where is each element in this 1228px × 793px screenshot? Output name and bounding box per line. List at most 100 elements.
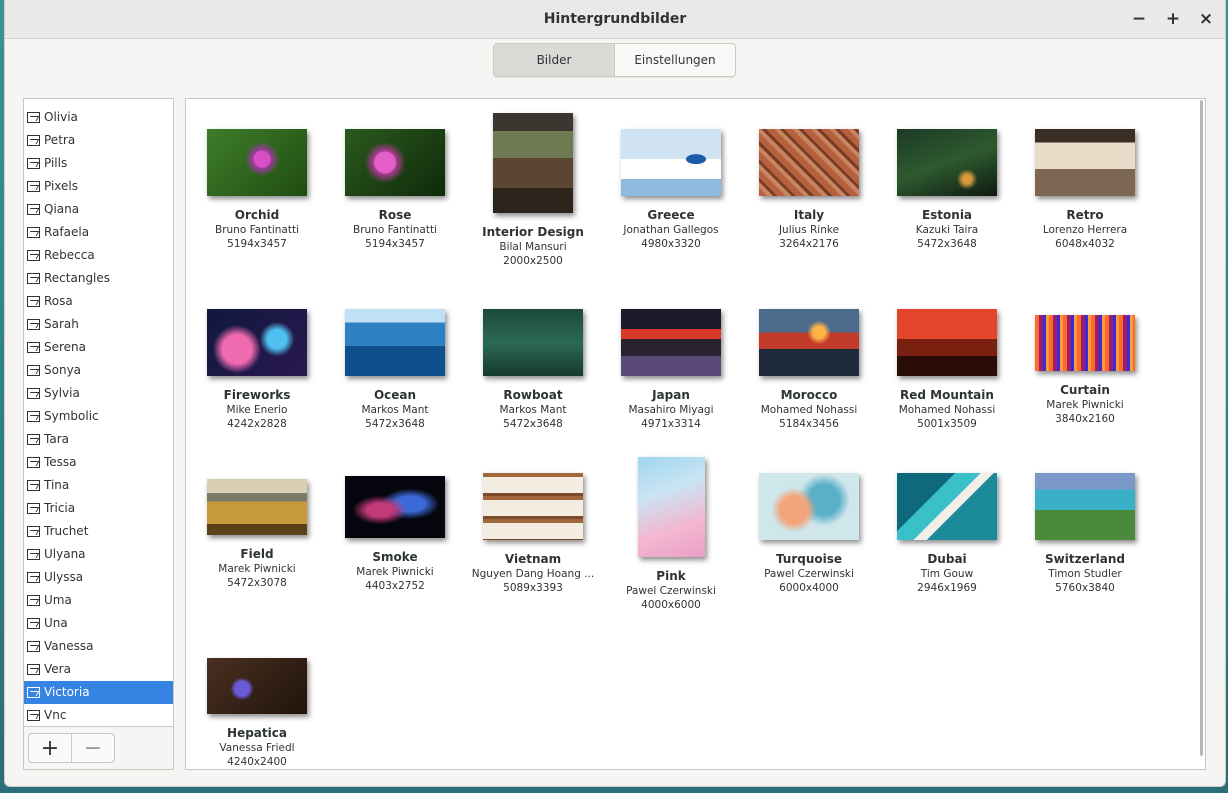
- list-item-label: Tina: [44, 478, 70, 492]
- list-item[interactable]: Tara: [24, 428, 173, 451]
- wallpaper-item[interactable]: Vietnam Nguyen Dang Hoang ... 5089x3393: [464, 473, 602, 595]
- wallpaper-author: Marek Piwnicki: [218, 562, 296, 575]
- list-item[interactable]: Rectangles: [24, 267, 173, 290]
- list-item[interactable]: Vanessa: [24, 635, 173, 658]
- list-item[interactable]: Rebecca: [24, 244, 173, 267]
- image-icon: [27, 250, 40, 261]
- wallpaper-name: Red Mountain: [900, 388, 994, 402]
- wallpaper-thumbnail: [207, 478, 307, 535]
- wallpaper-author: Mike Enerio: [226, 404, 288, 416]
- image-icon: [27, 204, 40, 215]
- close-button[interactable]: ×: [1196, 9, 1216, 29]
- wallpaper-name: Dubai: [927, 552, 967, 566]
- list-item[interactable]: Symbolic: [24, 405, 173, 428]
- wallpaper-item[interactable]: Greece Jonathan Gallegos 4980x3320: [602, 129, 740, 251]
- image-icon: [27, 135, 40, 146]
- list-item[interactable]: Pixels: [24, 175, 173, 198]
- wallpaper-thumbnail: [1035, 314, 1135, 371]
- wallpaper-item[interactable]: Retro Lorenzo Herrera 6048x4032: [1016, 129, 1154, 251]
- image-icon: [27, 296, 40, 307]
- list-item-label: Tessa: [44, 455, 77, 469]
- wallpaper-name: Estonia: [921, 208, 973, 222]
- tab-bilder[interactable]: Bilder: [494, 44, 614, 76]
- list-item[interactable]: Serena: [24, 336, 173, 359]
- wallpaper-name: Italy: [793, 208, 825, 222]
- image-icon: [27, 457, 40, 468]
- list-item[interactable]: Una: [24, 612, 173, 635]
- wallpaper-author: Lorenzo Herrera: [1042, 224, 1128, 236]
- wallpaper-item[interactable]: Morocco Mohamed Nohassi 5184x3456: [740, 309, 878, 431]
- wallpaper-thumbnail: [897, 473, 997, 540]
- wallpaper-resolution: 2946x1969: [917, 582, 977, 594]
- remove-button[interactable]: −: [71, 733, 115, 763]
- list-item[interactable]: Sylvia: [24, 382, 173, 405]
- list-item[interactable]: Uma: [24, 589, 173, 612]
- list-item[interactable]: Ulyana: [24, 543, 173, 566]
- wallpaper-resolution: 6048x4032: [1055, 238, 1115, 250]
- wallpaper-item[interactable]: Estonia Kazuki Taira 5472x3648: [878, 129, 1016, 251]
- wallpaper-item[interactable]: Rose Bruno Fantinatti 5194x3457: [326, 129, 464, 251]
- list-item[interactable]: Sarah: [24, 313, 173, 336]
- wallpaper-item[interactable]: Italy Julius Rinke 3264x2176: [740, 129, 878, 251]
- wallpaper-resolution: 3840x2160: [1055, 412, 1115, 425]
- list-item[interactable]: Vera: [24, 658, 173, 681]
- list-item[interactable]: Olivia: [24, 106, 173, 129]
- list-item-label: Vnc: [44, 708, 67, 722]
- list-item[interactable]: Vnc: [24, 704, 173, 727]
- wallpaper-item[interactable]: Turquoise Pawel Czerwinski 6000x4000: [740, 473, 878, 595]
- grid-scrollbar[interactable]: [1200, 100, 1203, 756]
- image-icon: [27, 227, 40, 238]
- list-item-label: Symbolic: [44, 409, 99, 423]
- list-item[interactable]: Petra: [24, 129, 173, 152]
- wallpaper-item[interactable]: Curtain Marek Piwnicki 3840x2160: [1016, 314, 1154, 426]
- list-item[interactable]: Qiana: [24, 198, 173, 221]
- wallpaper-item[interactable]: Rowboat Markos Mant 5472x3648: [464, 309, 602, 431]
- list-item[interactable]: Ulyssa: [24, 566, 173, 589]
- list-item[interactable]: Sonya: [24, 359, 173, 382]
- maximize-button[interactable]: +: [1163, 9, 1183, 29]
- wallpaper-item[interactable]: Red Mountain Mohamed Nohassi 5001x3509: [878, 309, 1016, 431]
- wallpaper-item[interactable]: Japan Masahiro Miyagi 4971x3314: [602, 309, 740, 431]
- wallpaper-thumbnail: [207, 309, 307, 376]
- tab-einstellungen[interactable]: Einstellungen: [614, 44, 735, 76]
- list-item[interactable]: Tessa: [24, 451, 173, 474]
- wallpaper-author: Tim Gouw: [920, 568, 974, 580]
- list-item[interactable]: Rafaela: [24, 221, 173, 244]
- list-item[interactable]: Tricia: [24, 497, 173, 520]
- wallpaper-item[interactable]: Fireworks Mike Enerio 4242x2828: [188, 309, 326, 431]
- wallpaper-name: Ocean: [373, 388, 417, 402]
- list-item[interactable]: Rosa: [24, 290, 173, 313]
- image-icon: [27, 319, 40, 330]
- wallpaper-item[interactable]: Hepatica Vanessa Friedl 4240x2400: [188, 657, 326, 769]
- image-icon: [27, 503, 40, 514]
- list-item[interactable]: Truchet: [24, 520, 173, 543]
- wallpaper-item[interactable]: Switzerland Timon Studler 5760x3840: [1016, 473, 1154, 595]
- wallpaper-item[interactable]: Dubai Tim Gouw 2946x1969: [878, 473, 1016, 595]
- wallpaper-name: Fireworks: [223, 388, 291, 402]
- wallpaper-name: Rowboat: [503, 388, 563, 402]
- wallpaper-item[interactable]: Field Marek Piwnicki 5472x3078: [188, 478, 326, 590]
- wallpaper-thumbnail: [759, 129, 859, 196]
- list-item-label: Una: [44, 616, 68, 630]
- minimize-button[interactable]: −: [1129, 9, 1149, 29]
- wallpaper-name: Switzerland: [1045, 552, 1125, 566]
- wallpaper-resolution: 4000x6000: [641, 598, 701, 611]
- wallpaper-item[interactable]: Orchid Bruno Fantinatti 5194x3457: [188, 129, 326, 251]
- wallpaper-item[interactable]: Interior Design Bilal Mansuri 2000x2500: [464, 112, 602, 268]
- wallpaper-resolution: 4980x3320: [641, 238, 701, 250]
- list-item[interactable]: Tina: [24, 474, 173, 497]
- list-item[interactable]: Victoria: [24, 681, 173, 704]
- wallpaper-thumbnail: [1035, 473, 1135, 540]
- wallpaper-name: Rose: [378, 208, 412, 222]
- image-icon: [27, 181, 40, 192]
- wallpaper-author: Marek Piwnicki: [1046, 398, 1124, 411]
- list-item[interactable]: Pills: [24, 152, 173, 175]
- add-button[interactable]: +: [28, 733, 72, 763]
- wallpaper-resolution: 4971x3314: [641, 418, 701, 430]
- wallpaper-item[interactable]: Smoke Marek Piwnicki 4403x2752: [326, 475, 464, 593]
- wallpaper-name: Greece: [647, 208, 695, 222]
- wallpaper-item[interactable]: Pink Pawel Czerwinski 4000x6000: [602, 456, 740, 612]
- list-item-label: Rafaela: [44, 225, 90, 239]
- wallpaper-resolution: 5760x3840: [1055, 582, 1115, 594]
- wallpaper-item[interactable]: Ocean Markos Mant 5472x3648: [326, 309, 464, 431]
